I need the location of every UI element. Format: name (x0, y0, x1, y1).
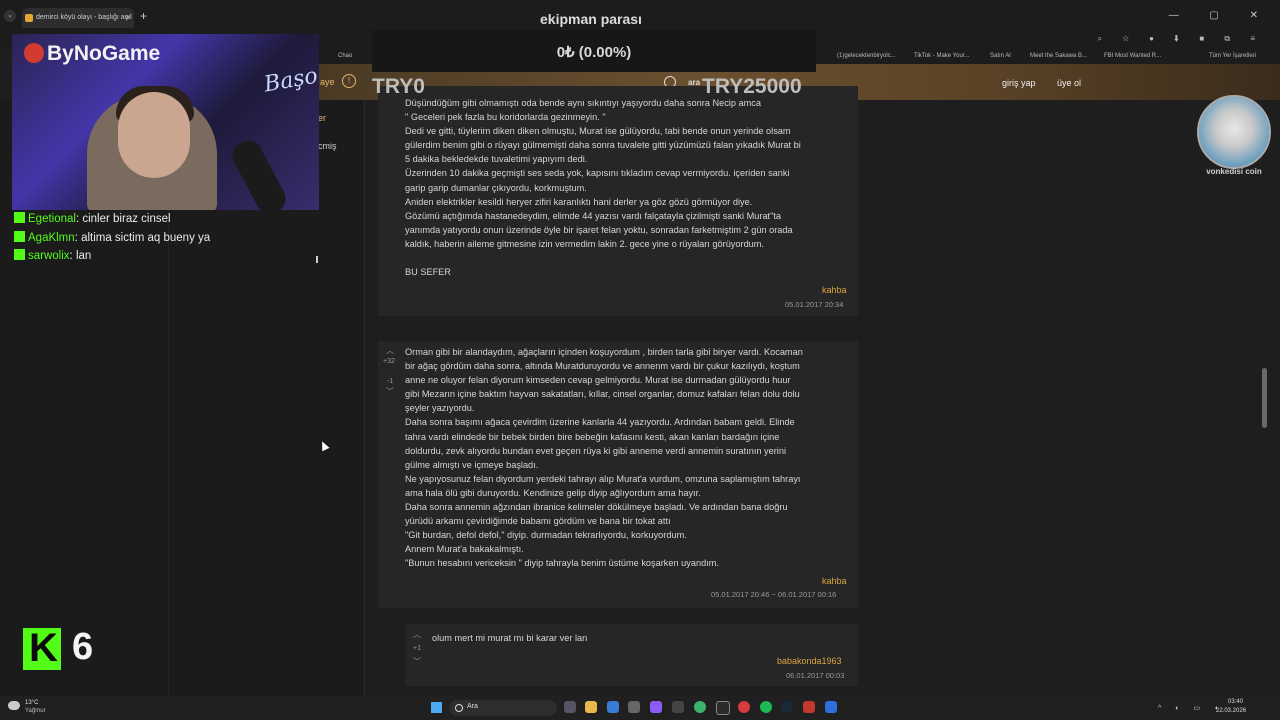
taskbar (0, 696, 1280, 720)
chat-text: cinler biraz cinsel (82, 213, 171, 225)
app-icon[interactable] (628, 701, 640, 713)
chat-text: lan (75, 250, 92, 262)
entry-text: Orman gibi bir alandaydım, ağaçların içi… (405, 347, 803, 569)
bookmark-item[interactable]: FBI Most Wanted R... (1104, 48, 1161, 64)
upvote-icon[interactable]: ︿ (413, 629, 421, 640)
entry-text: Düşündüğüm gibi olmamıştı oda bende aynı… (405, 98, 801, 278)
kick-badge-icon (14, 249, 25, 260)
window-controls[interactable]: — ▢ ✕ (1169, 10, 1272, 21)
entry-text: olum mert mi murat mı bi karar ver lan (432, 633, 588, 643)
chrome-icon[interactable] (694, 701, 706, 713)
spotify-icon[interactable] (760, 701, 772, 713)
goal-min: TRY0 (372, 75, 425, 98)
chat-username: AgaKlmn (28, 232, 75, 244)
chat-message: Egetional: cinler biraz cinsel (14, 212, 171, 225)
bookmark-item[interactable]: Meet the Sakawa B... (1030, 48, 1087, 64)
downvote-icon[interactable]: ﹀ (386, 386, 394, 397)
text-caret (316, 256, 318, 263)
cat-avatar-icon (1197, 95, 1271, 169)
scrollbar-thumb[interactable] (1262, 368, 1267, 428)
chat-message: AgaKlmn: altima sictim aq bueny ya (14, 231, 210, 244)
weather-temp[interactable]: 13°C (25, 700, 38, 706)
chat-username: Egetional (28, 213, 76, 225)
upvote-count: +32 (383, 358, 395, 365)
entry-date[interactable]: 05.01.2017 20:34 (785, 300, 843, 309)
tab-close-icon[interactable]: × (125, 8, 130, 28)
app-icon[interactable] (607, 701, 619, 713)
downvote-count: -1 (387, 378, 394, 385)
viewer-count: 6 (72, 626, 94, 668)
clock-time[interactable]: 03:40 (1228, 699, 1243, 705)
goal-value: 0₺ (0.00%) (556, 44, 632, 61)
stream-logo: ByNoGame (24, 42, 160, 66)
taskbar-search-placeholder[interactable]: Ara (467, 703, 478, 710)
app-icon[interactable] (650, 701, 662, 713)
microphone-icon (227, 135, 291, 210)
bookmark-item[interactable]: (1)gelecektenbiryolc... (837, 48, 896, 64)
goal-max: TRY25000 (702, 75, 802, 98)
entry-author[interactable]: kahba (822, 576, 847, 586)
app-icon[interactable] (825, 701, 837, 713)
entry-author[interactable]: kahba (822, 285, 847, 295)
header-nav-text[interactable]: aye (320, 77, 335, 87)
app-icon[interactable] (716, 701, 730, 715)
steam-icon[interactable] (781, 701, 793, 713)
sidebar-item-today[interactable]: er (318, 113, 326, 123)
upvote-icon[interactable]: ︿ (386, 345, 394, 356)
avatar-label: vonkedisi coin (1206, 167, 1262, 176)
weather-cloud-icon[interactable] (8, 701, 20, 710)
chat-text: altima sictim aq bueny ya (81, 232, 211, 244)
task-view-icon[interactable] (564, 701, 576, 713)
app-icon[interactable] (803, 701, 815, 713)
logo-text: ByNoGame (47, 42, 161, 65)
weather-condition[interactable]: Yağmur (25, 708, 46, 714)
upvote-count: +1 (413, 645, 421, 652)
kick-badge-icon (14, 231, 25, 242)
browser-toolbar-icons[interactable]: ⌕ ☆ ● ⬇ ■ ⧉ ≡ (1098, 34, 1264, 44)
windows-start-icon[interactable] (431, 702, 442, 713)
chat-username: sarwolix (28, 250, 70, 262)
taskbar-search[interactable] (449, 700, 557, 716)
neon-sign: Başo (262, 63, 319, 98)
downvote-icon[interactable]: ﹀ (413, 656, 421, 667)
clock-date[interactable]: 22.03.2026 (1216, 708, 1246, 714)
entry-date[interactable]: 05.01.2017 20:46 ~ 06.01.2017 00:16 (711, 590, 836, 599)
sidebar-divider (364, 100, 365, 696)
all-bookmarks[interactable]: Tüm Yer İşaretleri (1209, 48, 1256, 64)
kick-badge-icon (14, 212, 25, 223)
warning-icon[interactable]: ! (342, 74, 356, 88)
kick-logo-icon (23, 626, 61, 671)
new-tab-button[interactable]: + (140, 9, 147, 23)
bookmark-item[interactable]: Chao (338, 48, 352, 64)
chat-message: sarwolix: lan (14, 249, 91, 262)
browser-tab[interactable]: demirci köyü olayı - başlığı açıl × (22, 8, 134, 28)
entry-author[interactable]: babakonda1963 (777, 656, 842, 666)
signup-link[interactable]: üye ol (1057, 78, 1081, 88)
login-link[interactable]: giriş yap (1002, 78, 1036, 88)
tab-title: demirci köyü olayı - başlığı açıl (36, 14, 132, 21)
goal-title: ekipman parası (540, 11, 642, 27)
tab-favicon-icon (25, 14, 33, 22)
logo-icon (24, 43, 44, 63)
file-explorer-icon[interactable] (585, 701, 597, 713)
entry-date[interactable]: 06.01.2017 00:03 (786, 671, 844, 680)
app-icon[interactable] (738, 701, 750, 713)
app-icon[interactable] (672, 701, 684, 713)
sidebar-item-past[interactable]: cmiş (318, 141, 337, 151)
system-tray-icons[interactable]: ^ ◐ ▭ ◖ (1158, 704, 1224, 712)
search-icon (455, 704, 463, 712)
tab-search-button[interactable]: ⌄ (4, 10, 16, 22)
bookmark-item[interactable]: TikTok - Make Your... (914, 48, 969, 64)
bookmark-item[interactable]: Satın Al (990, 48, 1011, 64)
streamer-head (118, 92, 190, 178)
